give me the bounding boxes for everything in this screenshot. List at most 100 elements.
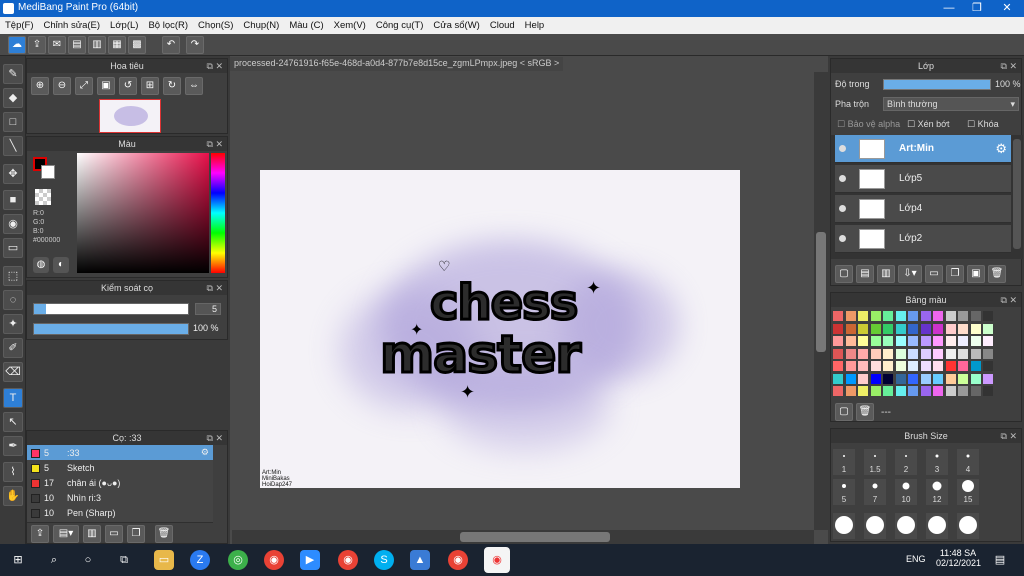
vertical-scrollbar[interactable]: [814, 72, 828, 530]
palette-swatch[interactable]: [983, 386, 993, 396]
maximize-icon[interactable]: ❐: [962, 0, 992, 17]
palette-swatch[interactable]: [958, 386, 968, 396]
palette-swatch[interactable]: [845, 323, 856, 334]
line-tool-icon[interactable]: ╲: [3, 136, 23, 156]
palette-swatch[interactable]: [858, 323, 868, 334]
brush-size-option[interactable]: 10: [895, 479, 917, 505]
gear-icon[interactable]: ⚙: [995, 141, 1007, 157]
palette-swatch[interactable]: [920, 323, 931, 334]
panel-close-icon[interactable]: ⧉ ✕: [1001, 429, 1017, 443]
palette-swatch[interactable]: [933, 311, 943, 321]
chrome-profile-icon[interactable]: ◉: [338, 550, 358, 570]
rect-tool-icon[interactable]: □: [3, 112, 23, 132]
palette-swatch[interactable]: [858, 336, 868, 346]
photos-icon[interactable]: ▲: [410, 550, 430, 570]
palette-swatch[interactable]: [945, 323, 956, 334]
palette-swatch[interactable]: [833, 386, 843, 396]
app-icon[interactable]: ◎: [228, 550, 248, 570]
zalo-icon[interactable]: Z: [190, 550, 210, 570]
new-palette-icon[interactable]: ▢: [835, 403, 853, 421]
palette-swatch[interactable]: [933, 373, 943, 384]
palette-swatch[interactable]: [970, 373, 981, 384]
background-color-swatch[interactable]: [41, 165, 55, 179]
palette-swatch[interactable]: [958, 361, 968, 371]
layer-menu-icon[interactable]: ⇩▾: [898, 265, 922, 283]
skype-icon[interactable]: S: [374, 550, 394, 570]
windows-start-icon[interactable]: ⊞: [8, 550, 28, 570]
palette-swatch[interactable]: [983, 336, 993, 346]
folder-icon[interactable]: ▭: [105, 525, 123, 543]
palette-swatch[interactable]: [895, 311, 906, 321]
palette-swatch[interactable]: [883, 311, 893, 321]
palette-swatch[interactable]: [883, 323, 893, 334]
fill-rect-tool-icon[interactable]: ■: [3, 190, 23, 210]
palette-icon[interactable]: ◍: [33, 257, 49, 273]
palette-swatch[interactable]: [845, 386, 856, 396]
folder-icon[interactable]: ▭: [925, 265, 943, 283]
palette-swatch[interactable]: [983, 361, 993, 371]
palette-swatch-grid[interactable]: [833, 311, 1005, 399]
task-view-icon[interactable]: ⧉: [114, 550, 134, 570]
menu-snap[interactable]: Chụp(N): [238, 20, 284, 31]
palette-swatch[interactable]: [845, 348, 856, 359]
horizontal-scrollbar[interactable]: [232, 530, 814, 544]
palette-swatch[interactable]: [833, 361, 843, 371]
comment-icon[interactable]: ✉: [48, 36, 66, 54]
new-8bit-layer-icon[interactable]: ▥: [877, 265, 895, 283]
brush-size-option[interactable]: 12: [926, 479, 948, 505]
color-wheel-icon[interactable]: ◐: [53, 257, 69, 273]
layer-opacity-slider[interactable]: [883, 79, 991, 90]
palette-swatch[interactable]: [920, 348, 931, 359]
palette-swatch[interactable]: [945, 311, 956, 321]
palette-swatch[interactable]: [958, 323, 968, 334]
palette-swatch[interactable]: [958, 373, 968, 384]
palette-swatch[interactable]: [883, 373, 893, 384]
brush-tool-icon[interactable]: ✎: [3, 64, 23, 84]
clock[interactable]: 11:48 SA 02/12/2021: [936, 548, 981, 568]
eraser-tool-icon[interactable]: ◆: [3, 88, 23, 108]
bucket-tool-icon[interactable]: ◉: [3, 214, 23, 234]
panel-close-icon[interactable]: ⧉ ✕: [207, 137, 223, 151]
eyedropper-tool-icon[interactable]: ⌇: [3, 462, 23, 482]
palette-swatch[interactable]: [945, 336, 956, 346]
menu-window[interactable]: Cửa sổ(W): [428, 20, 484, 31]
palette-swatch[interactable]: [983, 348, 993, 359]
palette-swatch[interactable]: [970, 311, 981, 321]
palette-swatch[interactable]: [870, 373, 881, 384]
brush-size-option[interactable]: 1.5: [864, 449, 886, 475]
palette-swatch[interactable]: [883, 348, 893, 359]
palette-swatch[interactable]: [970, 348, 981, 359]
palette-swatch[interactable]: [833, 373, 843, 384]
visibility-icon[interactable]: [839, 205, 846, 212]
new-halftone-layer-icon[interactable]: ▤: [856, 265, 874, 283]
layer-item[interactable]: Lớp4: [835, 195, 1011, 223]
duplicate-icon[interactable]: ❐: [946, 265, 964, 283]
palette-swatch[interactable]: [895, 361, 906, 371]
palette-swatch[interactable]: [908, 336, 918, 346]
layer-item[interactable]: Lớp2: [835, 225, 1011, 253]
visibility-icon[interactable]: [839, 175, 846, 182]
palette-swatch[interactable]: [870, 311, 881, 321]
palette-swatch[interactable]: [920, 311, 931, 321]
select-eraser-tool-icon[interactable]: ⌫: [3, 362, 23, 382]
palette-swatch[interactable]: [920, 361, 931, 371]
operation-tool-icon[interactable]: ↖: [3, 412, 23, 432]
palette-swatch[interactable]: [908, 311, 918, 321]
menu-color[interactable]: Màu (C): [284, 20, 328, 31]
palette-swatch[interactable]: [895, 348, 906, 359]
alpha-protect-checkbox[interactable]: ☐ Bảo vệ alpha: [837, 119, 900, 130]
palette-swatch[interactable]: [970, 386, 981, 396]
brush-size-option[interactable]: 1: [833, 449, 855, 475]
menu-view[interactable]: Xem(V): [329, 20, 371, 31]
horizontal-scroll-thumb[interactable]: [460, 532, 610, 542]
palette-swatch[interactable]: [958, 348, 968, 359]
palette-swatch[interactable]: [858, 373, 868, 384]
minimize-icon[interactable]: —: [934, 0, 964, 17]
palette-swatch[interactable]: [858, 386, 868, 396]
gear-icon[interactable]: ⚙: [201, 447, 209, 458]
hue-slider[interactable]: [211, 153, 225, 273]
brush-size-option[interactable]: 2: [895, 449, 917, 475]
search-icon[interactable]: ⌕: [44, 550, 64, 570]
panel-close-icon[interactable]: ⧉ ✕: [1001, 59, 1017, 73]
panel-close-icon[interactable]: ⧉ ✕: [207, 431, 223, 445]
